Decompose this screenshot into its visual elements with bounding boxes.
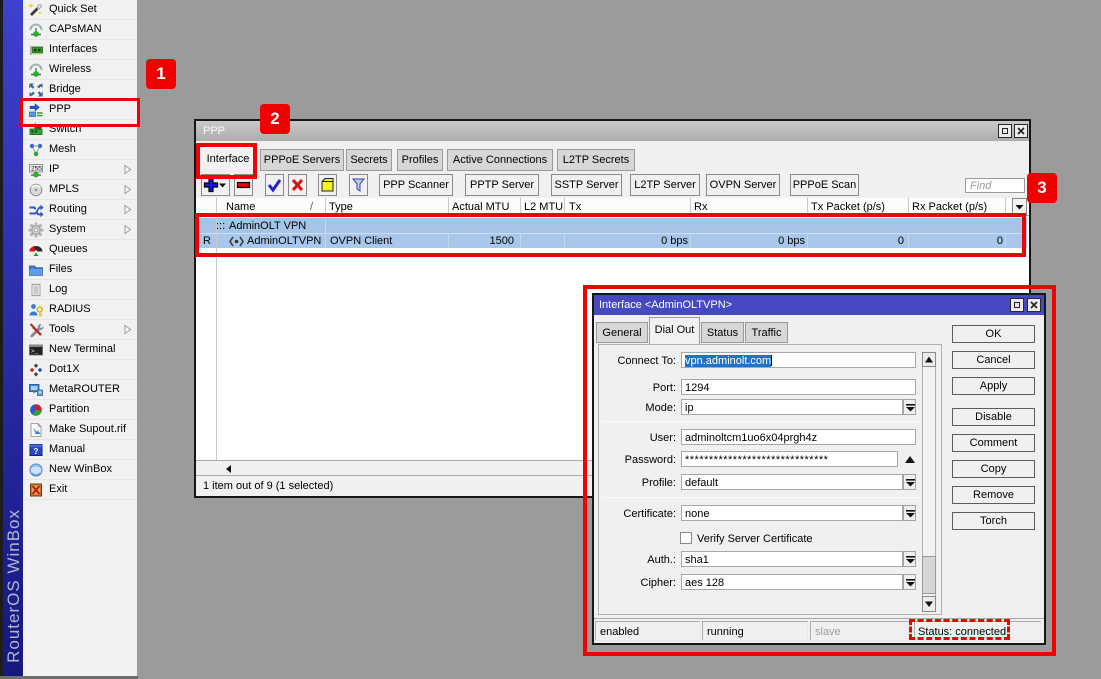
- svg-text:?: ?: [34, 447, 39, 456]
- svg-text:>_: >_: [31, 348, 39, 355]
- svg-text:255: 255: [31, 166, 42, 173]
